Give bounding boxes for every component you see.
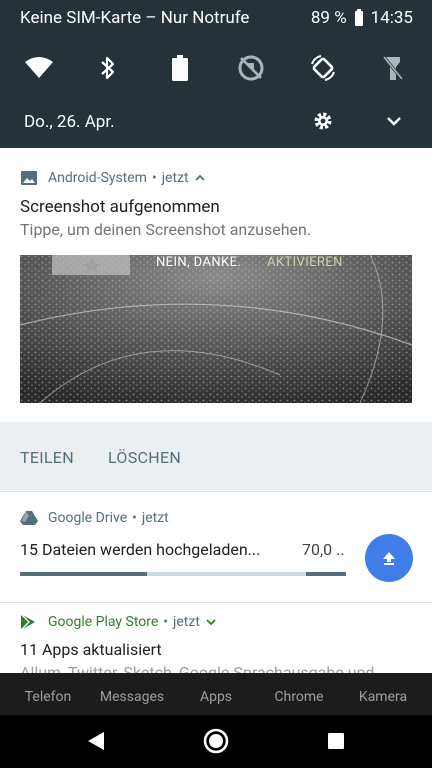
wifi-icon — [25, 57, 53, 78]
notification-title: 11 Apps aktualisiert — [20, 640, 162, 659]
carrier-status: Keine SIM-Karte – Nur Notrufe — [20, 8, 250, 28]
flashlight-tile[interactable] — [373, 50, 413, 86]
data-saver-tile[interactable] — [231, 50, 271, 86]
dock-messages[interactable]: Messages — [87, 689, 177, 705]
data-off-icon — [238, 55, 264, 81]
notification-header: Google Play Store • jetzt — [20, 613, 217, 631]
home-icon — [203, 728, 229, 754]
auto-rotate-tile[interactable] — [303, 50, 343, 86]
battery-percent: 89 % — [310, 8, 347, 28]
bluetooth-tile[interactable] — [88, 50, 128, 86]
google-drive-icon — [20, 511, 38, 525]
back-icon — [88, 732, 104, 750]
wifi-tile[interactable] — [19, 50, 59, 86]
upload-button[interactable] — [365, 534, 413, 582]
notification-title: Screenshot aufgenommen — [20, 197, 220, 217]
battery-saver-icon — [172, 55, 188, 81]
upload-icon — [383, 552, 395, 565]
notification-header: Google Drive • jetzt — [20, 510, 169, 526]
bluetooth-icon — [101, 56, 115, 80]
activate-overlay-text: AKTIVIEREN — [267, 255, 343, 270]
dismiss-overlay-text: NEIN, DANKE. — [156, 255, 242, 270]
dock-camera[interactable]: Kamera — [338, 689, 428, 705]
notification-time: jetzt — [141, 510, 169, 526]
status-right: 89 % 14:35 — [311, 8, 413, 28]
battery-saver-tile[interactable] — [160, 50, 200, 86]
auto-rotate-icon — [311, 55, 335, 81]
chevron-down-icon[interactable] — [205, 617, 217, 627]
upload-amount: 70,0 .. — [302, 540, 345, 559]
chevron-down-icon — [387, 117, 401, 126]
dock-apps[interactable]: Apps — [171, 689, 261, 705]
screenshot-image — [20, 255, 412, 403]
home-button[interactable] — [200, 727, 232, 755]
chevron-up-icon[interactable] — [194, 173, 206, 183]
notification-time: jetzt — [173, 614, 200, 630]
app-name: Google Drive — [48, 510, 128, 526]
notification-time: jetzt — [161, 170, 189, 186]
app-name: Android-System — [48, 170, 147, 186]
delete-button[interactable]: LÖSCHEN — [108, 448, 181, 467]
share-button[interactable]: TEILEN — [20, 448, 74, 467]
battery-icon — [354, 8, 363, 26]
gear-icon — [314, 112, 332, 130]
clock: 14:35 — [370, 8, 413, 28]
notification-header: Android-System • jetzt — [20, 170, 206, 186]
upload-progress-secondary — [306, 572, 346, 576]
notification-text: Tippe, um deinen Screenshot anzusehen. — [20, 220, 312, 239]
image-icon — [21, 171, 37, 185]
screenshot-preview[interactable]: NEIN, DANKE. AKTIVIEREN — [20, 255, 412, 403]
app-name: Google Play Store — [48, 614, 159, 630]
expand-button[interactable] — [383, 110, 405, 132]
play-store-icon — [20, 613, 35, 631]
settings-button[interactable] — [312, 110, 336, 132]
dock-phone[interactable]: Telefon — [3, 689, 93, 705]
date-label: Do., 26. Apr. — [24, 112, 115, 132]
back-button[interactable] — [80, 727, 112, 755]
recents-button[interactable] — [320, 727, 352, 755]
upload-progress-fill — [20, 572, 148, 576]
flashlight-off-icon — [382, 56, 404, 80]
notification-title: 15 Dateien werden hochgeladen... — [20, 540, 261, 559]
upload-progress-bar — [20, 572, 346, 576]
notification-text: Allum, Twitter, Sketch, Google Sprachaus… — [20, 663, 388, 673]
dock-chrome[interactable]: Chrome — [254, 689, 344, 705]
recents-icon — [328, 733, 344, 749]
